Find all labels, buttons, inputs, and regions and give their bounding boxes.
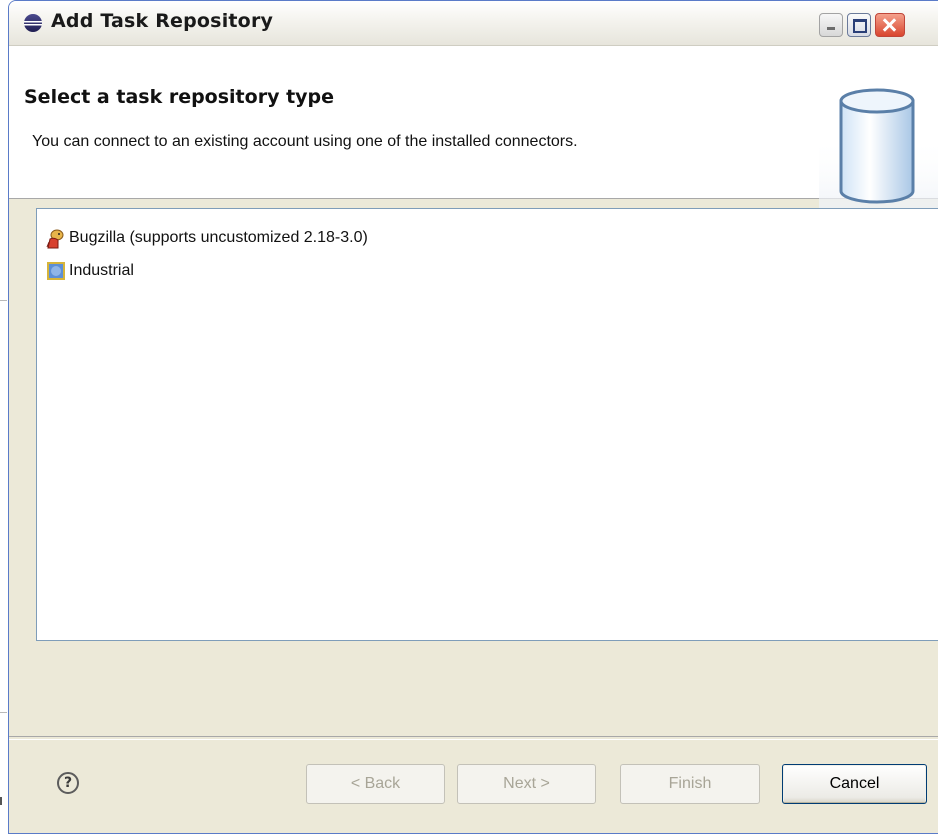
add-task-repository-dialog: Add Task Repository Select a task reposi… xyxy=(8,0,938,834)
list-item-label: Bugzilla (supports uncustomized 2.18-3.0… xyxy=(69,229,368,246)
page-description: You can connect to an existing account u… xyxy=(32,133,578,150)
title-bar[interactable]: Add Task Repository xyxy=(9,1,938,46)
list-item-bugzilla[interactable]: Bugzilla (supports uncustomized 2.18-3.0… xyxy=(46,226,368,250)
background-edge-tick xyxy=(0,712,7,713)
next-button[interactable]: Next > xyxy=(457,764,596,804)
connector-list[interactable]: Bugzilla (supports uncustomized 2.18-3.0… xyxy=(36,208,938,641)
list-item-label: Industrial xyxy=(69,262,134,279)
background-edge-tick xyxy=(0,797,2,805)
background-edge xyxy=(0,0,7,830)
background-edge-tick xyxy=(0,300,7,301)
close-button[interactable] xyxy=(875,13,905,37)
help-button[interactable]: ? xyxy=(57,772,79,794)
finish-button[interactable]: Finish xyxy=(620,764,760,804)
window-title: Add Task Repository xyxy=(51,10,274,32)
cancel-button[interactable]: Cancel xyxy=(782,764,927,804)
maximize-button[interactable] xyxy=(847,13,871,37)
back-button[interactable]: < Back xyxy=(306,764,445,804)
minimize-button[interactable] xyxy=(819,13,843,37)
repository-cylinder-icon xyxy=(819,88,938,226)
list-item-industrial[interactable]: Industrial xyxy=(46,259,134,283)
industrial-connector-icon xyxy=(47,262,65,280)
button-bar-separator xyxy=(9,736,938,740)
page-title: Select a task repository type xyxy=(24,86,335,108)
bugzilla-icon xyxy=(46,229,64,249)
eclipse-icon xyxy=(24,14,42,32)
wizard-header: Select a task repository type You can co… xyxy=(9,46,938,226)
